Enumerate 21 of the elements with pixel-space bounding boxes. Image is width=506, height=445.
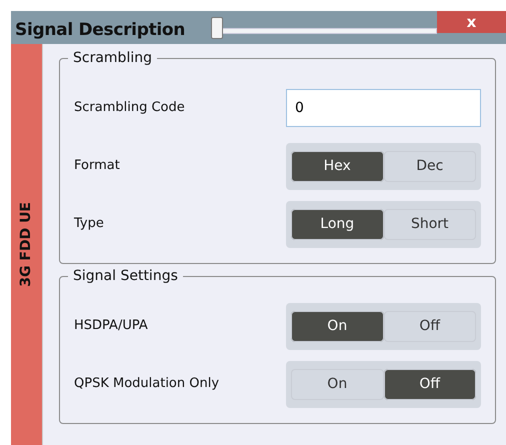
- toggle-option[interactable]: On: [291, 368, 384, 400]
- toggle-option[interactable]: On: [291, 310, 384, 342]
- side-tab[interactable]: 3G FDD UE: [11, 44, 43, 445]
- group-title: Signal Settings: [68, 267, 183, 285]
- toggle-option[interactable]: Off: [384, 310, 476, 342]
- close-button[interactable]: x: [437, 11, 506, 33]
- toggle-option[interactable]: Dec: [384, 150, 476, 182]
- toggle-option[interactable]: Short: [384, 208, 476, 240]
- field-label: Format: [74, 157, 120, 176]
- group-title: Scrambling: [68, 49, 157, 67]
- field-label: HSDPA/UPA: [74, 317, 148, 336]
- field-label: Scrambling Code: [74, 99, 185, 118]
- slider-track[interactable]: [211, 17, 438, 39]
- field-label: QPSK Modulation Only: [74, 375, 220, 394]
- toggle-option[interactable]: Long: [291, 208, 384, 240]
- slider-thumb[interactable]: [211, 17, 224, 39]
- toggle-option[interactable]: Off: [384, 368, 476, 400]
- field-label: Type: [74, 215, 104, 234]
- input-field[interactable]: 0: [286, 89, 481, 127]
- toggle-option[interactable]: Hex: [291, 150, 384, 182]
- window-title: Signal Description: [14, 19, 186, 42]
